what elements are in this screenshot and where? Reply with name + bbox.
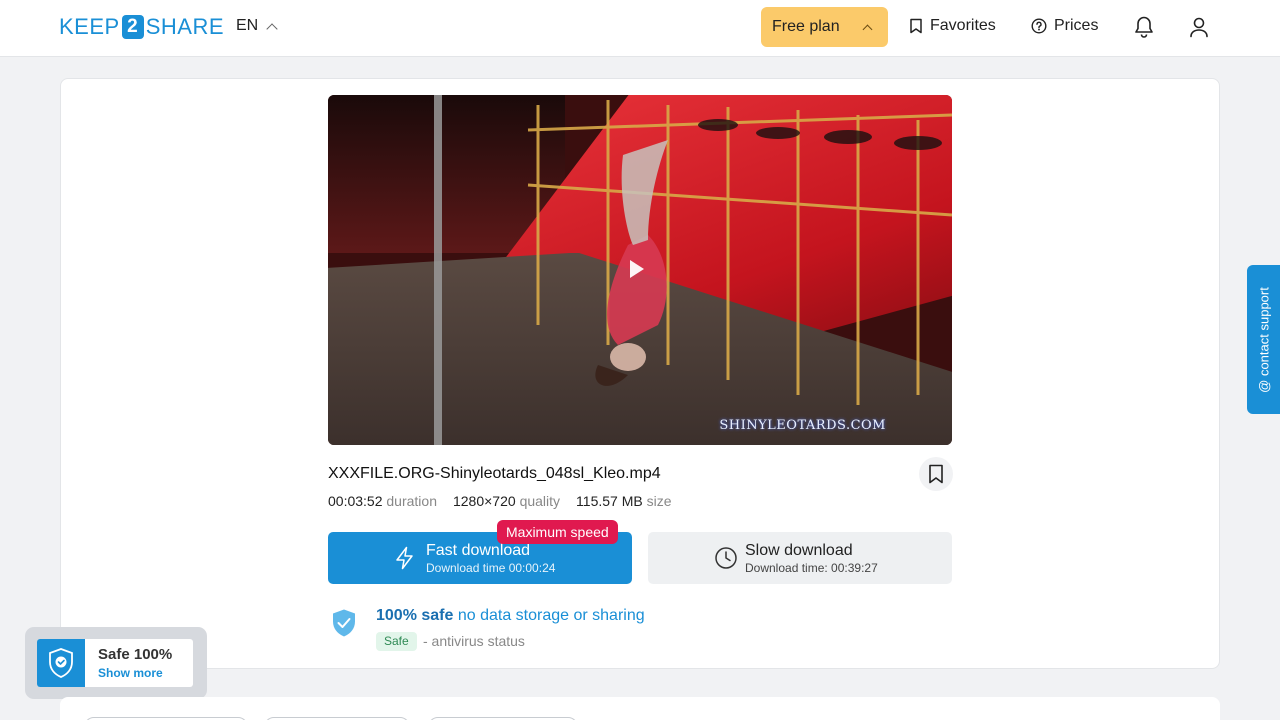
video-player[interactable]: SHINYLEOTARDS.COM xyxy=(328,95,952,445)
video-watermark: SHINYLEOTARDS.COM xyxy=(719,418,886,433)
duration-value: 00:03:52 xyxy=(328,493,383,509)
bell-icon[interactable] xyxy=(1134,15,1154,39)
slow-download-time: Download time: 00:39:27 xyxy=(745,561,878,575)
quality-value: 1280×720 xyxy=(452,493,516,509)
duration-label: duration xyxy=(386,493,437,509)
size-value: 115.57 MB xyxy=(576,493,643,509)
safety-headline: 100% safe no data storage or sharing xyxy=(376,607,645,625)
slow-download-title: Slow download xyxy=(745,542,853,559)
prices-label: Prices xyxy=(1054,17,1099,34)
chevron-up-icon xyxy=(862,24,873,35)
language-selector[interactable]: EN xyxy=(236,17,278,35)
user-icon[interactable] xyxy=(1189,15,1209,39)
site-logo[interactable]: KEEP 2 SHARE xyxy=(59,14,224,40)
shield-check-icon xyxy=(49,648,73,678)
logo-text-right: SHARE xyxy=(145,14,224,39)
duration-info: 00:03:52 duration xyxy=(328,493,437,509)
size-info: 115.57 MB size xyxy=(576,493,671,509)
logo-text-left: KEEP xyxy=(59,14,120,39)
favorites-link[interactable]: Favorites xyxy=(909,17,996,35)
size-label: size xyxy=(646,493,672,509)
bookmark-icon xyxy=(910,18,922,34)
quality-info: 1280×720 quality xyxy=(453,493,560,509)
lightning-icon xyxy=(396,546,413,570)
language-label: EN xyxy=(236,17,259,34)
slow-download-button[interactable]: Slow download Download time: 00:39:27 xyxy=(648,532,952,584)
free-plan-button[interactable]: Free plan xyxy=(761,7,888,47)
show-more-link[interactable]: Show more xyxy=(98,666,163,680)
chevron-up-icon xyxy=(266,22,278,35)
bookmark-button[interactable] xyxy=(919,457,953,491)
top-header: KEEP 2 SHARE EN Free plan Favorites Pric… xyxy=(0,0,1280,57)
antivirus-status-text: - antivirus status xyxy=(423,633,525,649)
file-meta: 00:03:52 duration 1280×720 quality 115.5… xyxy=(328,493,672,509)
safety-headline-bold: 100% safe xyxy=(376,607,454,624)
prices-link[interactable]: Prices xyxy=(1031,17,1098,35)
clock-icon xyxy=(715,547,737,569)
free-plan-label: Free plan xyxy=(772,18,840,35)
safe-status-badge: Safe xyxy=(376,632,417,651)
safe-widget-inner: Safe 100% Show more xyxy=(37,639,193,687)
safe-widget-icon-box xyxy=(37,639,85,687)
contact-support-tab[interactable]: @ contact support xyxy=(1247,265,1280,414)
bottom-card xyxy=(60,697,1220,720)
quality-label: quality xyxy=(519,493,561,509)
fast-download-title: Fast download xyxy=(426,542,531,559)
question-circle-icon xyxy=(1031,18,1047,34)
logo-text-mid: 2 xyxy=(121,15,144,39)
contact-support-label: @ contact support xyxy=(1256,286,1271,393)
safe-widget-title: Safe 100% xyxy=(98,646,173,663)
max-speed-badge: Maximum speed xyxy=(497,520,618,544)
file-name: XXXFILE.ORG-Shinyleotards_048sl_Kleo.mp4 xyxy=(328,465,661,482)
safe-widget[interactable]: Safe 100% Show more xyxy=(25,627,207,699)
play-icon[interactable] xyxy=(630,260,644,278)
fast-download-time: Download time 00:00:24 xyxy=(426,561,556,575)
favorites-label: Favorites xyxy=(930,17,996,34)
shield-check-icon xyxy=(333,609,355,637)
safety-headline-rest: no data storage or sharing xyxy=(453,607,645,624)
bookmark-icon xyxy=(929,464,943,484)
